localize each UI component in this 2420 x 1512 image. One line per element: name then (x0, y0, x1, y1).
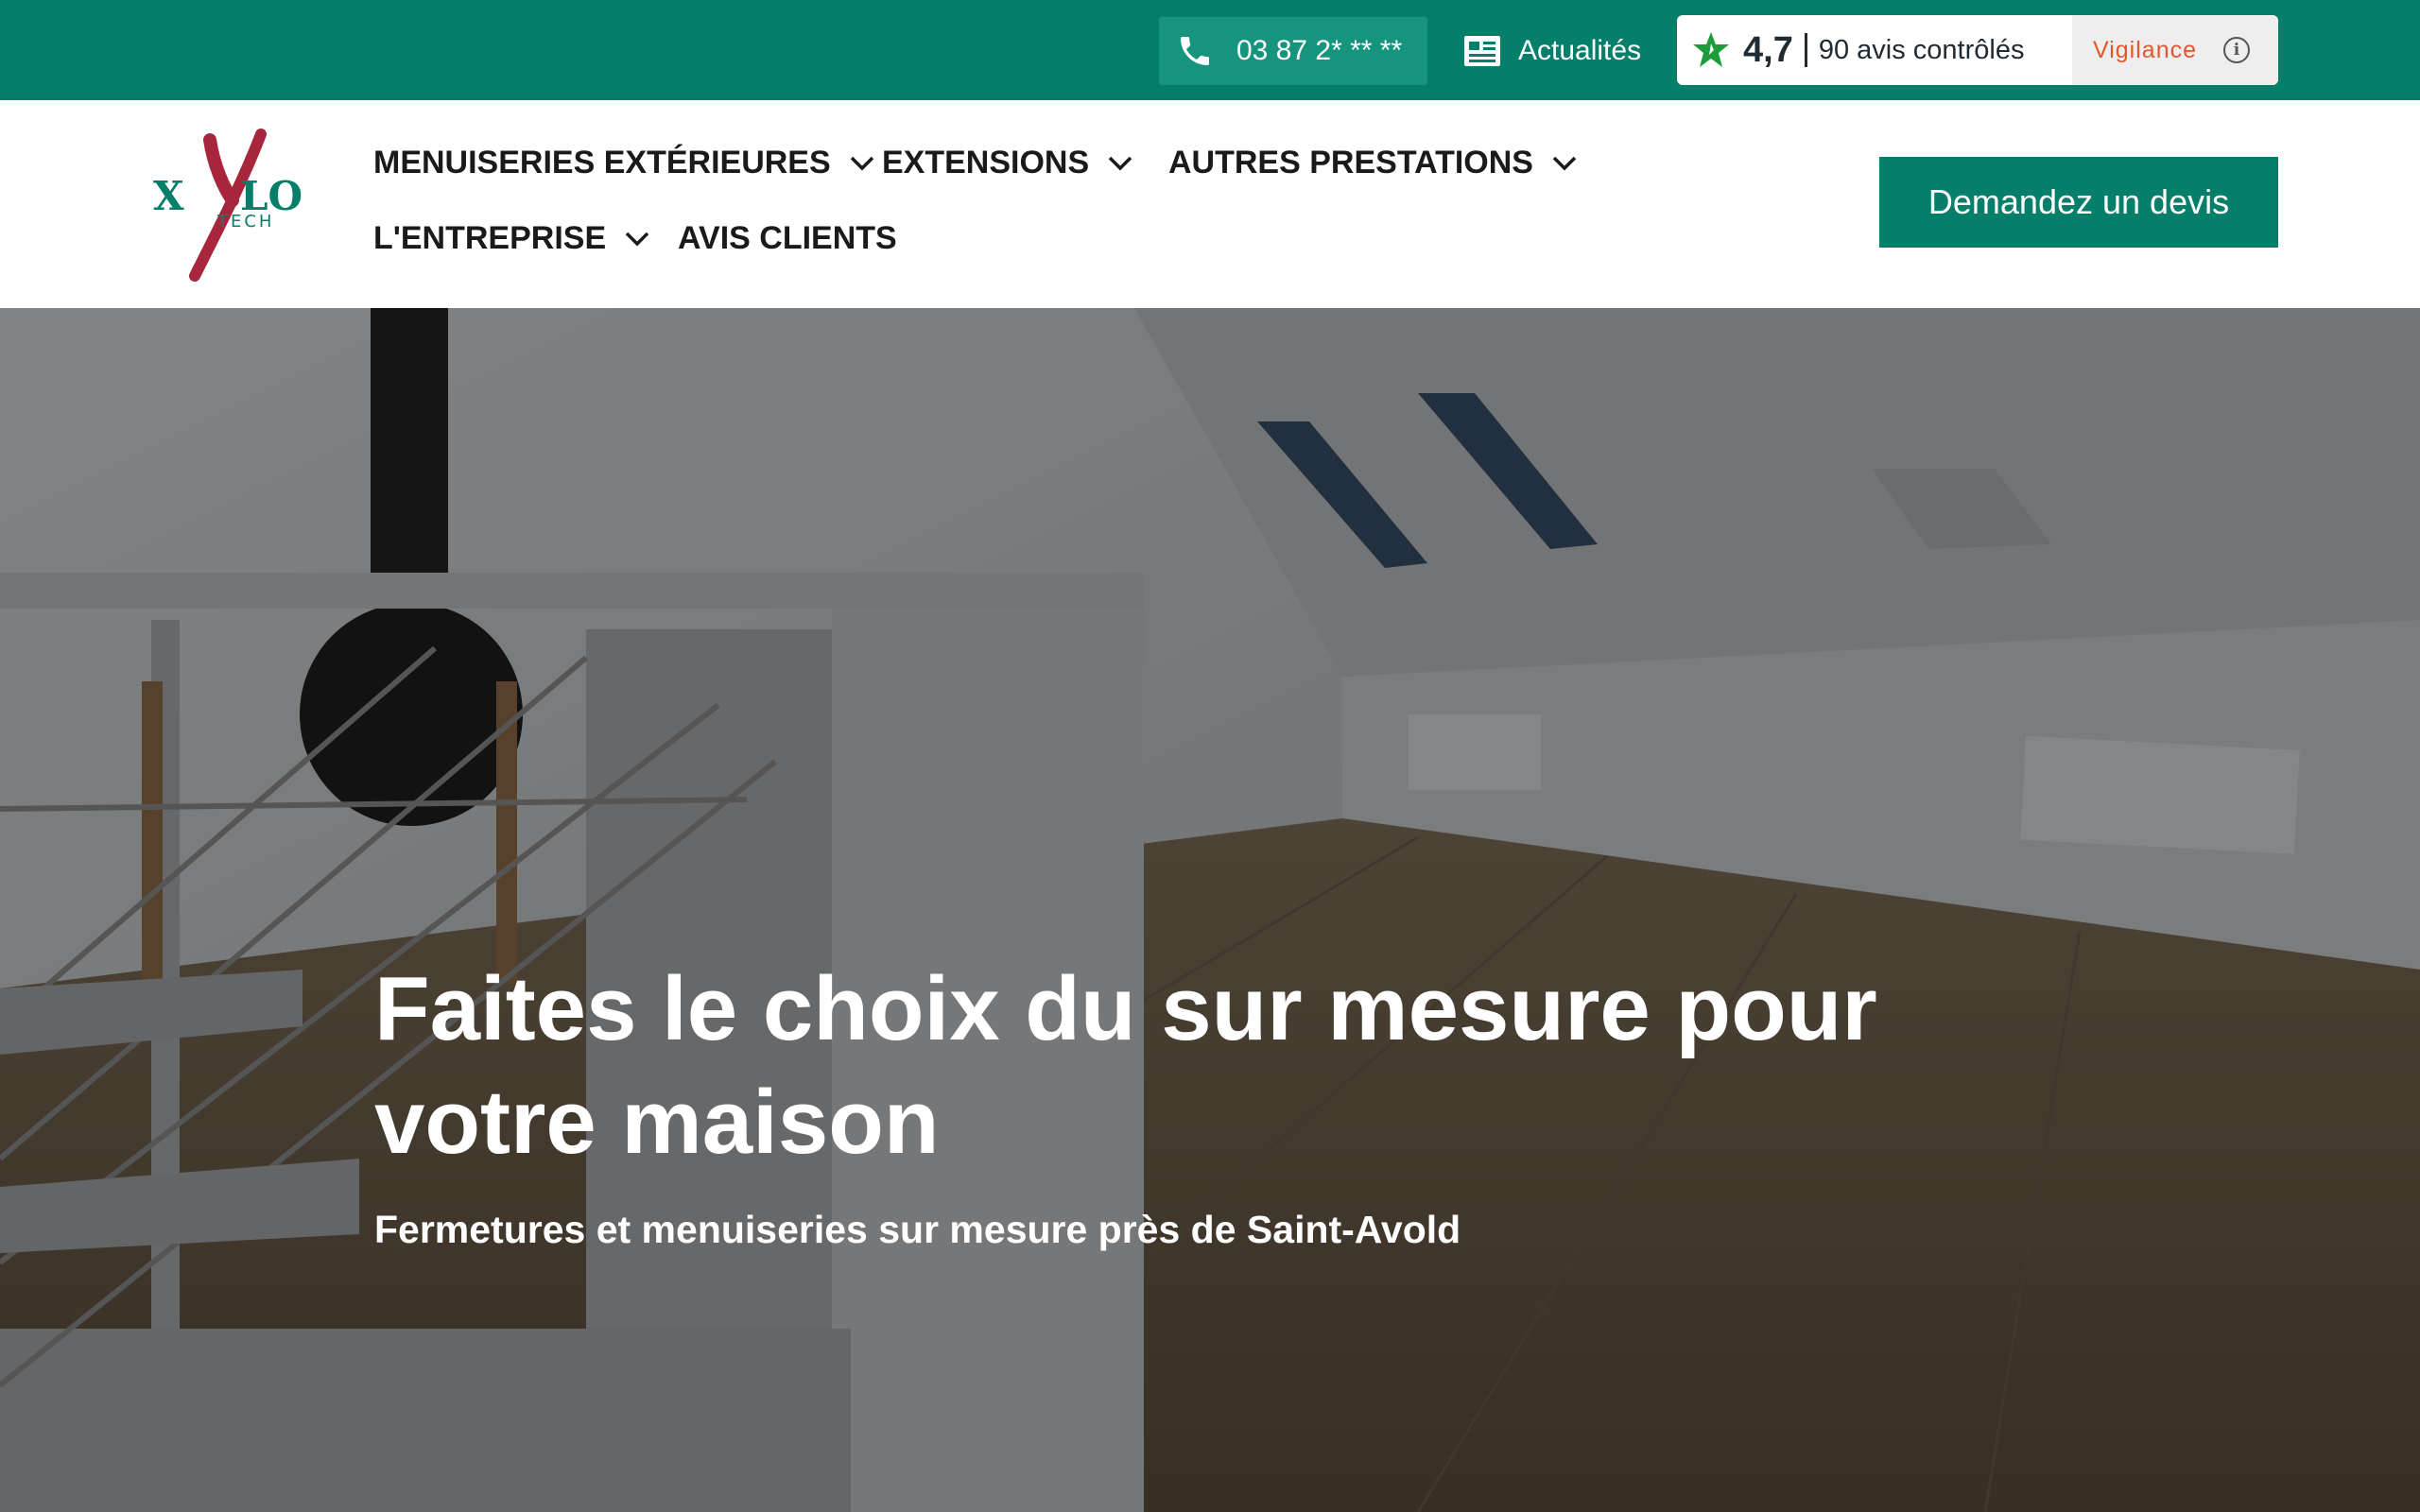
review-rating: 4,7 (1743, 29, 1793, 70)
logo-text-tech: TECH (216, 212, 274, 232)
nav-autres-prestations[interactable]: AUTRES PRESTATIONS (1168, 145, 1577, 181)
xylotech-logo: X LO TECH (153, 129, 302, 282)
star-icon (1693, 32, 1729, 67)
newspaper-icon (1464, 36, 1500, 66)
nav-menuiseries-exterieures[interactable]: MENUISERIES EXTÉRIEURES (373, 145, 874, 181)
chevron-down-icon (1108, 156, 1132, 170)
nav-label: MENUISERIES EXTÉRIEURES (373, 145, 831, 180)
hero-background-image (0, 308, 2420, 1512)
rating-divider (1804, 33, 1807, 67)
nav-avis-clients[interactable]: AVIS CLIENTS (678, 220, 897, 257)
chevron-down-icon (1552, 156, 1577, 170)
phone-number: 03 87 2* ** ** (1236, 35, 1403, 66)
hero-title: Faites le choix du sur mesure pour votre… (374, 958, 1877, 1173)
nav-label: AUTRES PRESTATIONS (1168, 145, 1533, 180)
review-summary[interactable]: 4,7 90 avis contrôlés (1677, 15, 2072, 85)
top-bar: 03 87 2* ** ** Actualités 4,7 90 avis co… (0, 0, 2420, 100)
hero-subtitle: Fermetures et menuiseries sur mesure prè… (374, 1208, 1461, 1251)
hero-section: Faites le choix du sur mesure pour votre… (0, 308, 2420, 1512)
main-header: X LO TECH MENUISERIES EXTÉRIEURES EXTENS… (0, 100, 2420, 308)
request-quote-button[interactable]: Demandez un devis (1879, 157, 2278, 248)
phone-button[interactable]: 03 87 2* ** ** (1159, 17, 1427, 85)
nav-entreprise[interactable]: L'ENTREPRISE (373, 220, 649, 257)
review-widget[interactable]: 4,7 90 avis contrôlés Vigilance i (1677, 15, 2278, 85)
news-label: Actualités (1518, 35, 1642, 66)
phone-icon (1181, 37, 1209, 65)
info-icon: i (2223, 37, 2251, 63)
nav-label: AVIS CLIENTS (678, 220, 897, 256)
review-count: 90 avis contrôlés (1818, 34, 2025, 65)
chevron-down-icon (625, 232, 649, 246)
news-link[interactable]: Actualités (1463, 17, 1641, 85)
logo-text-x: X (153, 173, 184, 219)
nav-extensions[interactable]: EXTENSIONS (882, 145, 1132, 181)
vigilance-label: Vigilance (2093, 36, 2198, 63)
nav-label: L'ENTREPRISE (373, 220, 607, 256)
nav-label: EXTENSIONS (882, 145, 1090, 180)
chevron-down-icon (850, 156, 873, 170)
vigilance-button[interactable]: Vigilance i (2072, 15, 2278, 85)
